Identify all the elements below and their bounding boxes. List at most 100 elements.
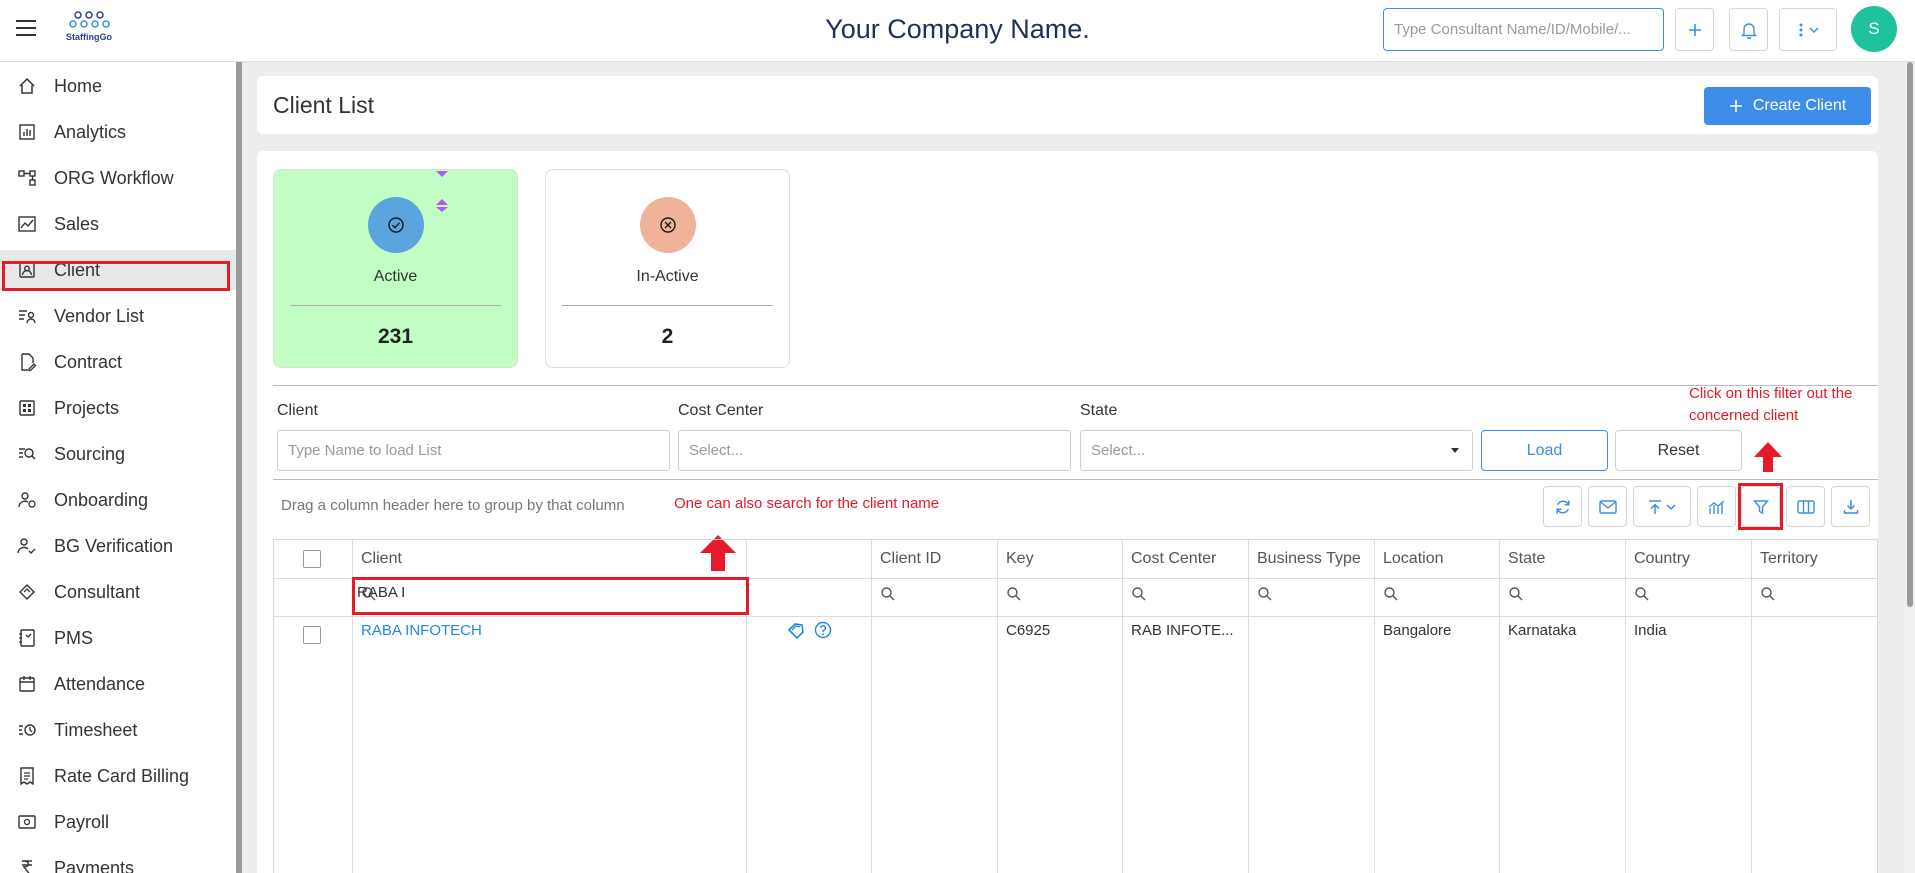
payments-icon xyxy=(22,860,32,873)
search-icon[interactable] xyxy=(1006,586,1022,602)
sidebar-item-consultant[interactable]: Consultant xyxy=(0,572,236,612)
page-scrollbar[interactable] xyxy=(1905,62,1915,873)
inactive-status-card[interactable]: In-Active 2 xyxy=(545,169,790,368)
client-grid: Client Client ID Key Cost Center Busines… xyxy=(273,539,1878,873)
sidebar-item-org-workflow[interactable]: ORG Workflow xyxy=(0,158,236,198)
inactive-count: 2 xyxy=(661,325,674,348)
column-header-territory[interactable]: Territory xyxy=(1760,550,1818,568)
row-checkbox[interactable] xyxy=(303,626,321,644)
client-name-link[interactable]: RABA INFOTECH xyxy=(361,622,482,639)
location-cell: Bangalore xyxy=(1383,622,1452,639)
sidebar-item-label: Payments xyxy=(54,857,135,873)
more-options-button[interactable] xyxy=(1779,8,1837,51)
reset-button[interactable]: Reset xyxy=(1615,430,1742,471)
load-button[interactable]: Load xyxy=(1481,430,1608,471)
page-scrollbar-thumb[interactable] xyxy=(1907,62,1913,607)
sidebar-item-bg-verification[interactable]: BG Verification xyxy=(0,526,236,566)
active-status-card[interactable]: Active 231 xyxy=(273,169,518,368)
search-icon[interactable] xyxy=(1257,586,1273,602)
select-all-checkbox[interactable] xyxy=(303,550,321,568)
consultant-search-input[interactable] xyxy=(1383,8,1664,51)
email-button[interactable] xyxy=(1588,486,1627,527)
column-header-business-type[interactable]: Business Type xyxy=(1257,550,1361,568)
calendar-icon xyxy=(19,676,35,692)
cost-center-label: Cost Center xyxy=(678,402,764,419)
menu-icon[interactable] xyxy=(16,20,36,36)
sidebar-scrollbar[interactable] xyxy=(236,62,242,873)
sidebar-item-sales[interactable]: Sales xyxy=(0,204,236,244)
client-column-filter-input[interactable] xyxy=(357,580,667,604)
column-header-client[interactable]: Client xyxy=(361,550,402,568)
state-cell: Karnataka xyxy=(1508,622,1577,639)
state-select[interactable]: Select... xyxy=(1080,430,1473,471)
col-divider xyxy=(871,540,872,873)
upload-button[interactable] xyxy=(1633,486,1691,527)
refresh-button[interactable] xyxy=(1543,486,1582,527)
search-icon[interactable] xyxy=(1634,586,1650,602)
search-icon[interactable] xyxy=(1131,586,1147,602)
sidebar-item-label: Attendance xyxy=(54,673,146,694)
drag-handle-icon[interactable] xyxy=(435,169,449,213)
create-client-button[interactable]: Create Client xyxy=(1704,87,1871,125)
logo-mark-icon xyxy=(69,11,110,28)
search-icon[interactable] xyxy=(880,586,896,602)
column-header-key[interactable]: Key xyxy=(1006,550,1034,568)
add-button[interactable] xyxy=(1675,8,1714,51)
sidebar-item-timesheet[interactable]: Timesheet xyxy=(0,710,236,750)
home-icon xyxy=(19,77,35,94)
sidebar-item-vendor-list[interactable]: Vendor List xyxy=(0,296,236,336)
filter-button[interactable] xyxy=(1741,486,1780,527)
search-icon[interactable] xyxy=(1760,586,1776,602)
search-annotation: One can also search for the client name xyxy=(674,495,940,512)
cost-center-placeholder: Select... xyxy=(689,442,744,459)
column-header-cost-center[interactable]: Cost Center xyxy=(1131,550,1216,568)
sidebar-item-label: Contract xyxy=(54,351,123,372)
cost-center-select[interactable]: Select... xyxy=(678,430,1071,471)
group-by-hint: Drag a column header here to group by th… xyxy=(281,497,625,514)
column-header-state[interactable]: State xyxy=(1508,550,1545,568)
sidebar-item-payments[interactable]: Payments xyxy=(0,848,236,873)
active-count: 231 xyxy=(377,325,414,348)
sidebar-item-home[interactable]: Home xyxy=(0,66,236,106)
client-list-panel: Active 231 In-Active 2 Client Cost Cente… xyxy=(257,151,1878,873)
key-cell: C6925 xyxy=(1006,622,1051,639)
column-header-country[interactable]: Country xyxy=(1634,550,1690,568)
sidebar-item-label: Client xyxy=(54,259,101,280)
search-icon[interactable] xyxy=(1508,586,1524,602)
column-header-client-id[interactable]: Client ID xyxy=(880,550,941,568)
chart-button[interactable] xyxy=(1697,486,1736,527)
notifications-button[interactable] xyxy=(1729,8,1768,51)
column-header-location[interactable]: Location xyxy=(1383,550,1444,568)
client-filter-input[interactable] xyxy=(277,430,670,471)
sidebar: Home Analytics ORG Workflow Sales Client Vend… xyxy=(0,62,236,873)
col-divider xyxy=(1751,540,1752,873)
search-icon[interactable] xyxy=(1383,586,1399,602)
sidebar-item-onboarding[interactable]: Onboarding xyxy=(0,480,236,520)
logo[interactable]: StaffingGo xyxy=(60,10,118,46)
page-header: Client List Create Client xyxy=(257,76,1878,134)
col-divider xyxy=(997,540,998,873)
help-icon[interactable] xyxy=(814,621,832,639)
tag-icon[interactable] xyxy=(786,621,806,639)
sidebar-item-payroll[interactable]: Payroll xyxy=(0,802,236,842)
check-circle-icon xyxy=(388,217,404,233)
plus-icon xyxy=(1729,100,1742,112)
sidebar-item-sourcing[interactable]: Sourcing xyxy=(0,434,236,474)
sidebar-item-label: Analytics xyxy=(54,121,127,142)
projects-icon xyxy=(19,400,35,416)
download-button[interactable] xyxy=(1831,486,1870,527)
avatar[interactable]: S xyxy=(1851,6,1897,52)
sidebar-item-label: Payroll xyxy=(54,811,110,832)
mail-icon xyxy=(1598,499,1617,514)
sidebar-item-contract[interactable]: Contract xyxy=(0,342,236,382)
columns-button[interactable] xyxy=(1786,486,1825,527)
sidebar-item-rate-card-billing[interactable]: Rate Card Billing xyxy=(0,756,236,796)
sidebar-item-pms[interactable]: PMS xyxy=(0,618,236,658)
x-circle-icon xyxy=(660,217,676,233)
sidebar-item-client[interactable]: Client xyxy=(0,250,236,290)
sidebar-item-projects[interactable]: Projects xyxy=(0,388,236,428)
inactive-divider xyxy=(562,305,773,306)
col-divider xyxy=(352,540,353,873)
sidebar-item-attendance[interactable]: Attendance xyxy=(0,664,236,704)
sidebar-item-analytics[interactable]: Analytics xyxy=(0,112,236,152)
